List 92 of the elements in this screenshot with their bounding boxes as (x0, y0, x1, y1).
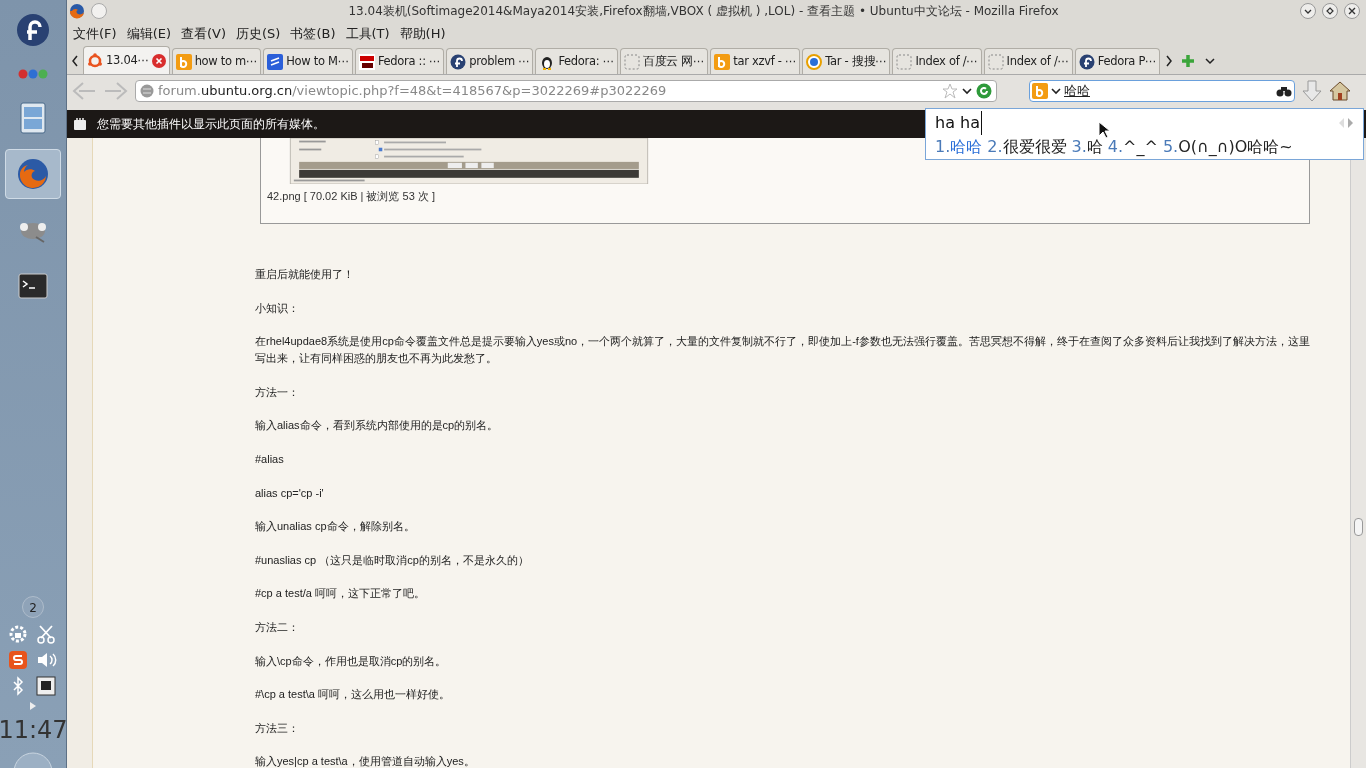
browser-tab[interactable]: 13.04⋯ (83, 46, 170, 74)
ime-candidate[interactable]: 3.哈 (1071, 135, 1103, 159)
post-paragraph: #\cp a test\a 呵呵，这么用也一样好使。 (255, 687, 451, 703)
attachment-caption: 42.png [ 70.02 KiB | 被浏览 53 次 ] (267, 189, 436, 204)
page-arrows-icon[interactable] (1338, 118, 1354, 128)
post-paragraph: 输入\cp命令，作用也是取消cp的别名。 (255, 653, 448, 669)
browser-tab[interactable]: tar xzvf - ⋯ (710, 48, 801, 74)
plugin-message: 您需要其他插件以显示此页面的所有媒体。 (97, 116, 325, 133)
diamond-icon (1326, 7, 1334, 15)
stack-logo-icon (267, 53, 284, 70)
browser-tab[interactable]: problem ⋯ (446, 48, 534, 74)
fedora-logo-icon (1078, 53, 1095, 70)
mouse-cursor-icon (1098, 121, 1110, 139)
post-paragraph: 输入yes|cp a test\a，使用管道自动输入yes。 (255, 754, 476, 768)
blank-page-icon (987, 53, 1004, 70)
ime-candidate[interactable]: 1.哈哈 (935, 135, 983, 159)
dock-launcher[interactable] (5, 149, 61, 199)
post-paragraph: 输入unalias cp命令，解除别名。 (255, 519, 416, 535)
window-title: 13.04装机(Softimage2014&Maya2014安装,Firefox翻墙,VBOX ( 虚拟机 ) ,LOL) - 查看主题 • Ubuntu中文论坛 - Mozilla Firefox (347, 3, 1060, 20)
browser-tab[interactable]: 百度云 网⋯ (619, 48, 709, 74)
browser-tab[interactable]: Fedora P⋯ (1074, 48, 1161, 74)
post-paragraph: 输入alias命令，看到系统内部使用的是cp的别名。 (255, 418, 500, 434)
post-paragraph: 小知识： (255, 300, 300, 316)
ime-candidate[interactable]: 2.很爱很爱 (987, 135, 1067, 159)
browser-tab[interactable]: Fedora :: ⋯ (354, 48, 445, 74)
home-icon[interactable] (1329, 79, 1351, 102)
globe-icon (140, 83, 154, 98)
minimize-button[interactable] (1300, 3, 1316, 19)
close-icon (1348, 7, 1356, 15)
scissors-icon[interactable] (36, 624, 56, 644)
browser-tab[interactable]: Tar - 搜搜⋯ (802, 48, 891, 74)
s-logo-icon[interactable] (8, 650, 28, 670)
workspace-switcher[interactable]: 2 (22, 596, 44, 618)
star-icon[interactable] (942, 82, 958, 99)
browser-tab[interactable]: How to M⋯ (263, 48, 353, 74)
s-logo-icon (806, 53, 823, 70)
post-paragraph: 方法三： (255, 720, 300, 736)
ubuntu-logo-icon (87, 52, 103, 69)
menu-item[interactable]: 帮助(H) (395, 23, 450, 44)
menu-item[interactable]: 书签(B) (286, 23, 340, 44)
search-field[interactable]: 哈哈 (1029, 79, 1295, 102)
menu-item[interactable]: 工具(T) (341, 23, 394, 44)
maximize-button[interactable] (1322, 3, 1338, 19)
post-paragraph: alias cp='cp -i' (255, 485, 325, 501)
firefox-icon (69, 3, 85, 19)
browser-tab[interactable]: Fedora: ⋯ (535, 48, 618, 74)
browser-tab[interactable]: how to m⋯ (171, 48, 262, 74)
download-icon[interactable] (1301, 78, 1323, 103)
binoculars-icon[interactable] (1276, 84, 1292, 97)
reload-icon[interactable] (976, 82, 992, 99)
colored-dots-icon (16, 68, 50, 80)
post-paragraph: #unaslias cp （这只是临时取消cp的别名，不是永久的） (255, 552, 530, 568)
post-paragraph: 方法二： (255, 619, 300, 635)
close-button[interactable] (1344, 3, 1360, 19)
fedora-logo-icon (450, 53, 467, 70)
menu-item[interactable]: 历史(S) (232, 23, 285, 44)
post-paragraph: 方法一： (255, 384, 300, 400)
post-paragraph: 重启后就能使用了！ (255, 267, 355, 282)
clock: 11:47 (0, 718, 68, 742)
ime-candidate[interactable]: 4.^_^ (1107, 135, 1158, 159)
blank-page-icon (896, 53, 913, 70)
menu-item[interactable]: 文件(F) (69, 23, 121, 44)
menu-item[interactable]: 编辑(E) (122, 23, 175, 44)
plugin-icon (73, 117, 87, 131)
close-tab-icon[interactable] (151, 53, 166, 68)
address-field[interactable]: forum.ubuntu.org.cn/viewtopic.php?f=48&t=418567&p=3022269#p3022269 (135, 79, 997, 102)
file-cabinet-icon (19, 102, 47, 134)
search-text: 哈哈 (1064, 81, 1091, 100)
url-text: forum.ubuntu.org.cn/viewtopic.php?f=48&t=418567&p=3022269#p3022269 (158, 81, 668, 100)
dropdown-caret-icon[interactable] (962, 85, 972, 96)
dropdown-caret-icon[interactable] (1051, 85, 1061, 96)
post-paragraph: 在rhel4updae8系统是使用cp命令覆盖文件总是提示要输入yes或no，一个两个就算了，大量的文件复制就不行了，即使加上-f参数也无法强行覆盖。苦思冥想不得解，终于在查阅了众多资料后让我找到了解决方法，这里写出来，让有同样困惑的朋友也不再为此发愁了。 (255, 334, 1310, 367)
b-logo-icon (1032, 82, 1048, 99)
terminal-icon (18, 273, 48, 299)
site-logo-icon (358, 53, 375, 70)
volume-icon[interactable] (36, 650, 58, 670)
fedora-logo-icon (16, 13, 50, 47)
b-logo-icon (175, 53, 192, 70)
expand-arrow-icon[interactable] (30, 702, 36, 710)
menu-item[interactable]: 查看(V) (177, 23, 231, 44)
blank-page-icon (623, 53, 640, 70)
chevron-down-icon (1304, 7, 1312, 15)
menu-button[interactable] (91, 3, 107, 19)
settings-lock-icon[interactable] (8, 624, 28, 644)
b-logo-icon (714, 53, 731, 70)
browser-tab[interactable]: Index of /⋯ (892, 48, 982, 74)
post-paragraph: #cp a test/a 呵呵，这下正常了吧。 (255, 586, 426, 602)
post-paragraph: #alias (255, 451, 285, 467)
ime-candidate[interactable]: 5.O(∩_∩)O哈哈~ (1162, 135, 1293, 159)
browser-tab[interactable]: Index of /⋯ (983, 48, 1073, 74)
firefox-icon (16, 157, 50, 191)
network-port-icon[interactable] (36, 676, 56, 696)
